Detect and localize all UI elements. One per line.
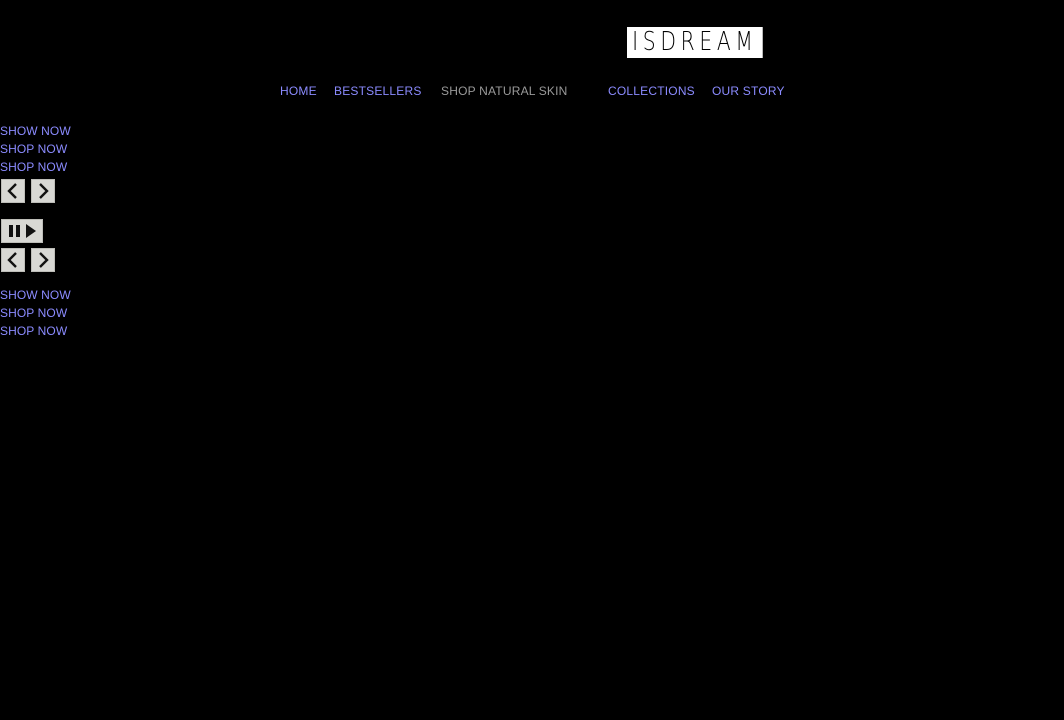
brand-logo-text: ISDREAM — [632, 27, 758, 57]
nav-item-our-story[interactable]: OUR STORY — [712, 83, 785, 99]
chevron-left-icon — [7, 183, 17, 199]
chevron-right-icon — [39, 183, 49, 199]
carousel-top-prev-button[interactable] — [1, 179, 25, 203]
nav-item-shop-natural-skin[interactable]: SHOP NATURAL SKIN — [441, 83, 568, 99]
chevron-right-icon — [39, 252, 49, 268]
play-icon — [26, 224, 36, 238]
carousel-bottom-next-button[interactable] — [31, 248, 55, 272]
carousel-top-link-3[interactable]: SHOP NOW — [0, 158, 71, 176]
nav-item-collections[interactable]: COLLECTIONS — [608, 83, 695, 99]
carousel-bottom-link-3[interactable]: SHOP NOW — [0, 322, 71, 340]
carousel-bottom-link-1[interactable]: SHOW NOW — [0, 286, 71, 304]
carousel-top-link-2[interactable]: SHOP NOW — [0, 140, 71, 158]
nav-item-home[interactable]: HOME — [280, 83, 317, 99]
carousel-bottom-prev-button[interactable] — [1, 248, 25, 272]
carousel-bottom-links: SHOW NOW SHOP NOW SHOP NOW — [0, 286, 71, 340]
carousel-top-link-1[interactable]: SHOW NOW — [0, 122, 71, 140]
chevron-left-icon — [7, 252, 17, 268]
brand-logo[interactable]: ISDREAM — [627, 27, 763, 58]
carousel-top-next-button[interactable] — [31, 179, 55, 203]
carousel-top-links: SHOW NOW SHOP NOW SHOP NOW — [0, 122, 71, 176]
pause-icon — [9, 225, 20, 237]
carousel-bottom-link-2[interactable]: SHOP NOW — [0, 304, 71, 322]
nav-item-bestsellers[interactable]: BESTSELLERS — [334, 83, 422, 99]
carousel-bottom-arrows — [1, 248, 55, 272]
carousel-play-pause-button[interactable] — [1, 219, 43, 243]
carousel-top-arrows — [1, 179, 55, 203]
